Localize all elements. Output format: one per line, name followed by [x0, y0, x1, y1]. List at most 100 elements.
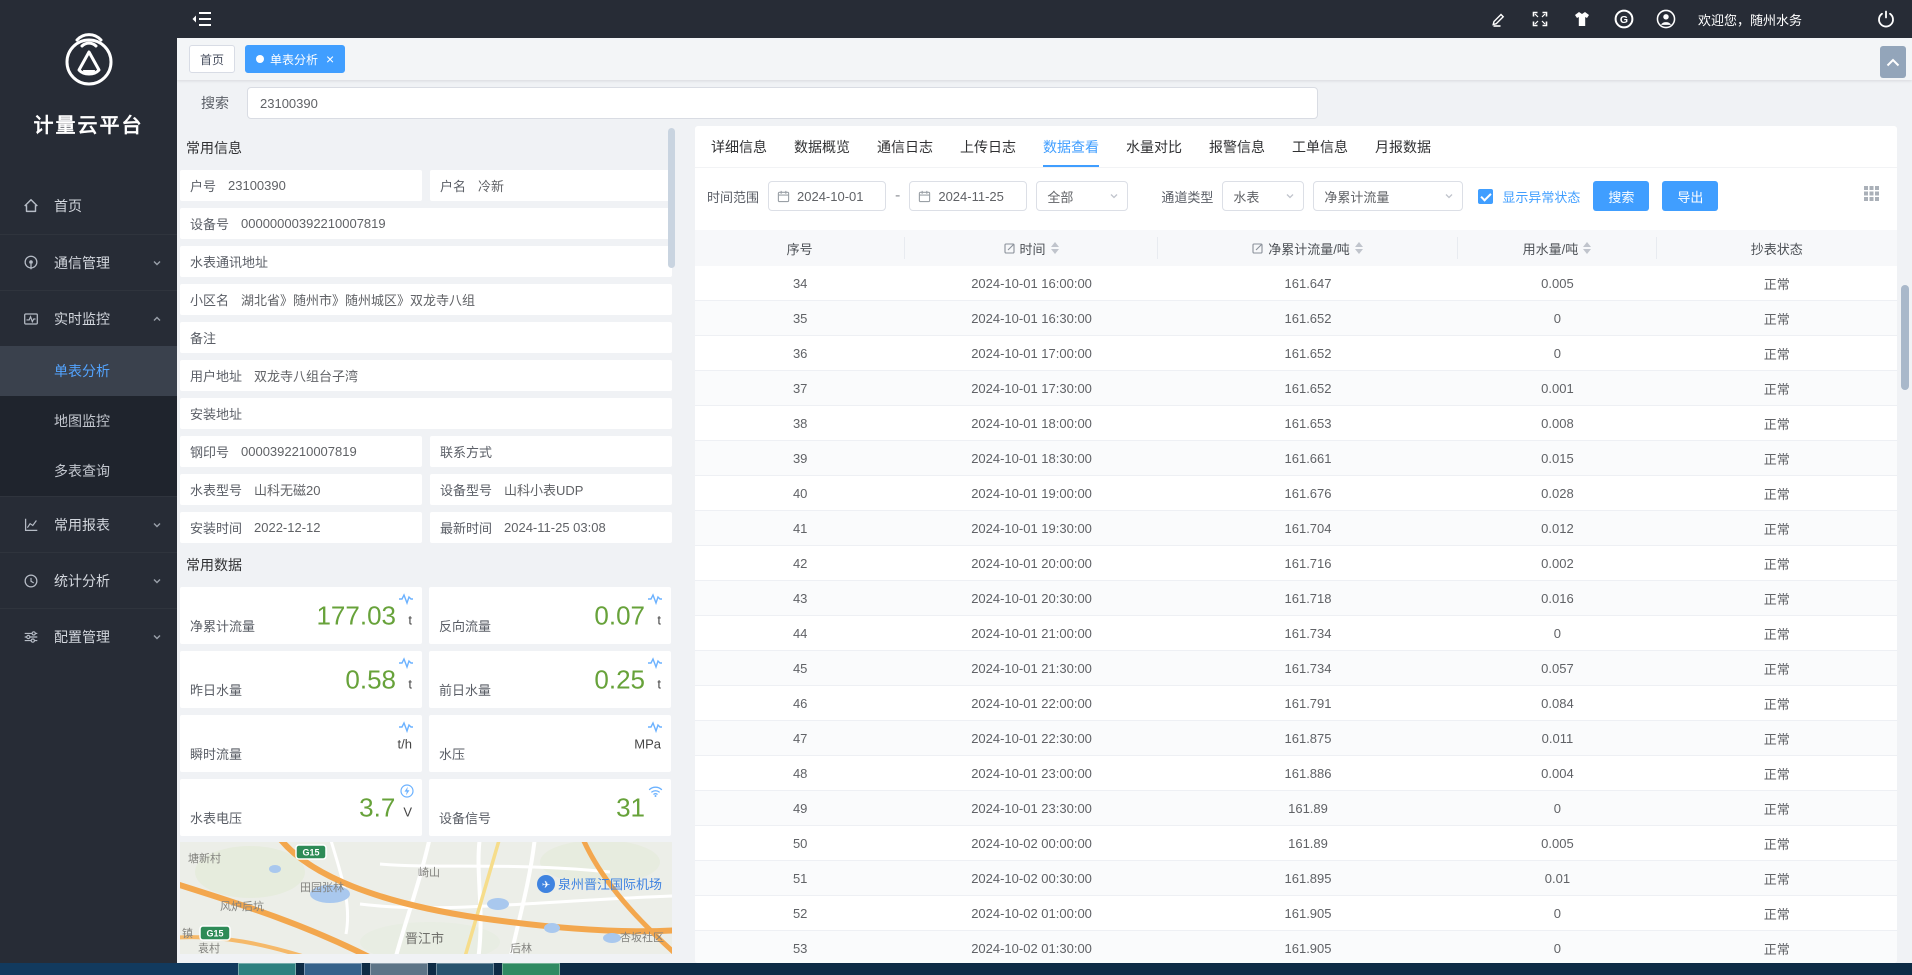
table-cell: 0.005: [1458, 836, 1656, 851]
table-cell: 161.875: [1158, 731, 1459, 746]
table-cell: 34: [695, 276, 905, 291]
realtime-submenu: 单表分析 地图监控 多表查询: [0, 346, 177, 496]
tab-data-overview[interactable]: 数据概览: [794, 126, 850, 167]
table-row[interactable]: 492024-10-01 23:30:00161.890正常: [695, 791, 1897, 826]
table-row[interactable]: 452024-10-01 21:30:00161.7340.057正常: [695, 651, 1897, 686]
field-device-model: 设备型号山科小表UDP: [430, 474, 672, 505]
tag-single-meter-analysis[interactable]: 单表分析 ×: [245, 45, 345, 73]
table-row[interactable]: 372024-10-01 17:30:00161.6520.001正常: [695, 371, 1897, 406]
table-row[interactable]: 422024-10-01 20:00:00161.7160.002正常: [695, 546, 1897, 581]
road-badge-g15: G15: [296, 845, 326, 859]
field-user-address: 用户地址双龙寺八组台子湾: [180, 360, 672, 391]
edit-icon[interactable]: [1488, 9, 1508, 29]
table-row[interactable]: 412024-10-01 19:30:00161.7040.012正常: [695, 511, 1897, 546]
theme-shirt-icon[interactable]: [1572, 9, 1592, 29]
sort-caret-icon[interactable]: [1355, 242, 1363, 254]
location-map[interactable]: G15 G15 塘新村 田园张林 崎山 风炉后坑 晋江市 后林 杏坂社区 袁村 …: [180, 842, 672, 954]
channel-select[interactable]: 水表: [1222, 181, 1304, 211]
metric-card-water-pressure: MPa 水压: [429, 715, 671, 772]
column-header-time[interactable]: 时间: [905, 237, 1157, 259]
taskbar-item[interactable]: [502, 963, 560, 975]
table-cell: 161.661: [1158, 451, 1459, 466]
chevron-down-icon: [151, 631, 163, 643]
table-cell: 正常: [1657, 869, 1897, 888]
export-button[interactable]: 导出: [1662, 181, 1718, 211]
tab-detail-info[interactable]: 详细信息: [711, 126, 767, 167]
search-row: 搜索: [177, 80, 1912, 126]
table-cell: 161.791: [1158, 696, 1459, 711]
taskbar-item[interactable]: [238, 963, 296, 975]
tab-monthly-data[interactable]: 月报数据: [1375, 126, 1431, 167]
abnormal-status-label[interactable]: 显示异常状态: [1502, 187, 1580, 206]
sidebar-item-map-monitor[interactable]: 地图监控: [0, 396, 177, 446]
sidebar-item-statistics[interactable]: 统计分析: [0, 552, 177, 608]
sidebar-item-multi-meter-query[interactable]: 多表查询: [0, 446, 177, 496]
table-row[interactable]: 382024-10-01 18:00:00161.6530.008正常: [695, 406, 1897, 441]
menu-toggle-icon[interactable]: [191, 9, 213, 29]
sidebar-item-label: 统计分析: [54, 571, 110, 591]
search-input[interactable]: [247, 87, 1318, 119]
tab-alarm-info[interactable]: 报警信息: [1209, 126, 1265, 167]
tab-water-compare[interactable]: 水量对比: [1126, 126, 1182, 167]
taskbar-item[interactable]: [436, 963, 494, 975]
column-header-net-flow[interactable]: 净累计流量/吨: [1158, 237, 1459, 259]
tab-comm-log[interactable]: 通信日志: [877, 126, 933, 167]
table-cell: 正常: [1657, 659, 1897, 678]
table-cell: 40: [695, 486, 905, 501]
metric-select[interactable]: 净累计流量: [1313, 181, 1463, 211]
table-cell: 0.008: [1458, 416, 1656, 431]
tab-upload-log[interactable]: 上传日志: [960, 126, 1016, 167]
sidebar-item-common-reports[interactable]: 常用报表: [0, 496, 177, 552]
table-row[interactable]: 402024-10-01 19:00:00161.6760.028正常: [695, 476, 1897, 511]
table-cell: 正常: [1657, 379, 1897, 398]
table-row[interactable]: 512024-10-02 00:30:00161.8950.01正常: [695, 861, 1897, 896]
os-taskbar[interactable]: [0, 963, 1912, 975]
map-label: 风炉后坑: [220, 899, 264, 913]
taskbar-start[interactable]: [0, 963, 238, 975]
sidebar-item-single-meter-analysis[interactable]: 单表分析: [0, 346, 177, 396]
taskbar-item[interactable]: [304, 963, 362, 975]
fullscreen-icon[interactable]: [1530, 9, 1550, 29]
left-panel-scrollbar[interactable]: [668, 128, 675, 268]
back-to-top-button[interactable]: [1880, 46, 1906, 78]
abnormal-status-checkbox[interactable]: [1478, 189, 1493, 204]
column-settings-icon[interactable]: [1864, 186, 1879, 206]
table-row[interactable]: 432024-10-01 20:30:00161.7180.016正常: [695, 581, 1897, 616]
welcome-text: 欢迎您，随州水务: [1698, 10, 1802, 29]
table-cell: 正常: [1657, 939, 1897, 958]
taskbar-item[interactable]: [370, 963, 428, 975]
sort-caret-icon[interactable]: [1051, 242, 1059, 254]
sort-caret-icon[interactable]: [1583, 242, 1591, 254]
table-row[interactable]: 472024-10-01 22:30:00161.8750.011正常: [695, 721, 1897, 756]
scope-select[interactable]: 全部: [1036, 181, 1128, 211]
sidebar-item-communication[interactable]: 通信管理: [0, 234, 177, 290]
table-cell: 2024-10-01 23:00:00: [905, 766, 1157, 781]
sidebar-item-realtime-monitor[interactable]: 实时监控: [0, 290, 177, 346]
table-row[interactable]: 532024-10-02 01:30:00161.9050正常: [695, 931, 1897, 963]
table-row[interactable]: 352024-10-01 16:30:00161.6520正常: [695, 301, 1897, 336]
table-row[interactable]: 482024-10-01 23:00:00161.8860.004正常: [695, 756, 1897, 791]
tab-data-view[interactable]: 数据查看: [1043, 126, 1099, 167]
sidebar-item-home[interactable]: 首页: [0, 178, 177, 234]
table-row[interactable]: 442024-10-01 21:00:00161.7340正常: [695, 616, 1897, 651]
tag-home[interactable]: 首页: [189, 45, 235, 73]
avatar-icon[interactable]: [1656, 9, 1676, 29]
google-icon[interactable]: G: [1614, 9, 1634, 29]
close-icon[interactable]: ×: [326, 52, 334, 66]
table-row[interactable]: 502024-10-02 00:00:00161.890.005正常: [695, 826, 1897, 861]
window-scrollbar[interactable]: [1901, 285, 1909, 390]
end-date-picker[interactable]: 2024-11-25: [909, 181, 1027, 211]
search-button[interactable]: 搜索: [1593, 181, 1649, 211]
power-icon[interactable]: [1876, 9, 1896, 29]
table-row[interactable]: 462024-10-01 22:00:00161.7910.084正常: [695, 686, 1897, 721]
table-row[interactable]: 392024-10-01 18:30:00161.6610.015正常: [695, 441, 1897, 476]
tab-work-order[interactable]: 工单信息: [1292, 126, 1348, 167]
sidebar-item-configuration[interactable]: 配置管理: [0, 608, 177, 664]
table-row[interactable]: 362024-10-01 17:00:00161.6520正常: [695, 336, 1897, 371]
column-header-usage[interactable]: 用水量/吨: [1458, 237, 1656, 259]
start-date-picker[interactable]: 2024-10-01: [768, 181, 886, 211]
table-cell: 42: [695, 556, 905, 571]
table-row[interactable]: 342024-10-01 16:00:00161.6470.005正常: [695, 266, 1897, 301]
table-row[interactable]: 522024-10-02 01:00:00161.9050正常: [695, 896, 1897, 931]
table-cell: 0.005: [1458, 276, 1656, 291]
